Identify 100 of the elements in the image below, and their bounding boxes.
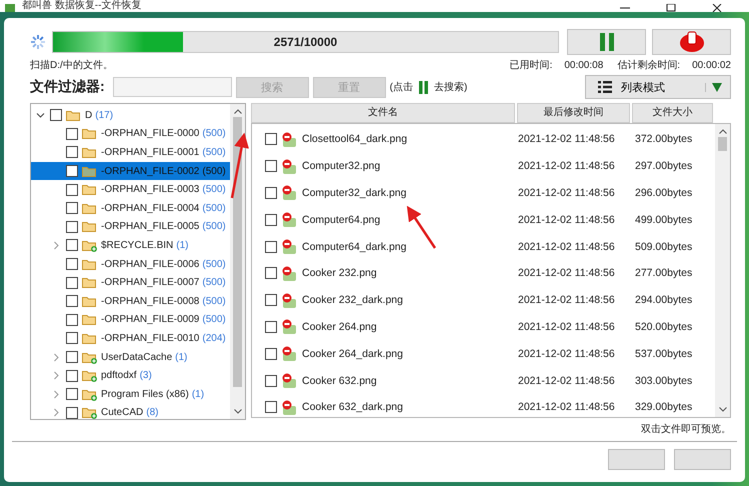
checkbox[interactable] (265, 214, 277, 226)
tree-item[interactable]: -ORPHAN_FILE-0010 (204) (31, 329, 230, 348)
checkbox[interactable] (66, 184, 78, 196)
checkbox[interactable] (265, 348, 277, 360)
progress-label: 2571/10000 (272, 35, 338, 49)
checkbox[interactable] (66, 128, 78, 140)
app-icon (4, 4, 16, 12)
image-file-icon (281, 266, 297, 281)
file-size: 509.00bytes (635, 240, 694, 253)
file-name: Cooker 264.png (301, 320, 378, 333)
elapsed-time: 00:00:08 (564, 60, 604, 70)
file-size: 303.00bytes (635, 374, 694, 387)
modified-time: 2021-12-02 11:48:56 (518, 186, 616, 199)
tree-item[interactable]: -ORPHAN_FILE-0003 (500) (31, 180, 230, 199)
modified-time: 2021-12-02 11:48:56 (518, 267, 616, 280)
checkbox[interactable] (66, 406, 78, 419)
checkbox[interactable] (66, 351, 78, 364)
tree-item[interactable]: -ORPHAN_FILE-0006 (500) (31, 254, 230, 274)
preview-hint: 双击文件即可预览。 (640, 422, 731, 436)
checkbox[interactable] (265, 374, 277, 387)
tree-item[interactable]: D (17) (31, 106, 230, 125)
file-name: Closettool64_dark.png (301, 133, 408, 146)
checkbox[interactable] (265, 267, 277, 280)
item-count: (500) (202, 166, 226, 177)
item-count: (1) (175, 352, 188, 363)
checkbox[interactable] (265, 133, 277, 146)
file-name: Cooker 264_dark.png (301, 348, 404, 360)
pause-icon (419, 80, 428, 94)
image-file-icon (281, 400, 297, 415)
file-size: 520.00bytes (635, 320, 694, 333)
checkbox[interactable] (66, 332, 78, 344)
checkbox[interactable] (66, 220, 78, 233)
folder-icon (82, 294, 97, 308)
column-header[interactable]: 最后修改时间 (517, 103, 630, 123)
scrollbar-thumb[interactable] (233, 117, 242, 387)
checkbox[interactable] (66, 314, 78, 326)
pause-button[interactable] (567, 29, 646, 55)
checkbox[interactable] (66, 146, 78, 158)
checkbox[interactable] (66, 239, 78, 252)
checkbox[interactable] (265, 160, 277, 172)
image-file-icon (281, 185, 297, 200)
tree-item[interactable]: CuteCAD (8) (31, 404, 230, 419)
column-header[interactable]: 文件大小 (632, 103, 713, 123)
checkbox[interactable] (66, 276, 78, 289)
tree-item[interactable]: -ORPHAN_FILE-0008 (500) (31, 292, 230, 311)
file-size: 537.00bytes (635, 348, 694, 360)
tree-item[interactable]: -ORPHAN_FILE-0009 (500) (31, 310, 230, 330)
modified-time: 2021-12-02 11:48:56 (518, 401, 616, 414)
file-size: 296.00bytes (635, 186, 694, 199)
scrollbar-thumb[interactable] (718, 137, 727, 151)
file-name: Computer64_dark.png (301, 240, 408, 253)
view-mode-dropdown[interactable]: 列表模式 (585, 75, 731, 99)
file-size: 294.00bytes (635, 294, 694, 306)
stop-button[interactable] (652, 29, 731, 55)
checkbox[interactable] (66, 295, 78, 308)
file-name: Cooker 632_dark.png (301, 401, 404, 414)
folder-icon (82, 276, 97, 290)
checkbox[interactable] (66, 370, 78, 382)
tree-item[interactable]: pdftodxf (3) (31, 366, 230, 385)
tree-item[interactable]: -ORPHAN_FILE-0005 (500) (31, 218, 230, 236)
item-count: (1) (176, 240, 188, 251)
folder-icon (82, 164, 97, 178)
checkbox[interactable] (265, 186, 277, 199)
column-header[interactable]: 文件名 (251, 103, 515, 123)
image-file-icon (281, 132, 297, 147)
checkbox[interactable] (66, 165, 78, 178)
tree-item[interactable]: Program Files (x86) (1) (31, 384, 230, 404)
tree-item[interactable]: UserDataCache (1) (31, 348, 230, 366)
file-name: Cooker 232_dark.png (301, 294, 404, 306)
image-file-icon (281, 212, 297, 228)
image-file-icon (281, 292, 297, 308)
image-file-icon (281, 373, 297, 388)
checkbox[interactable] (265, 320, 277, 333)
checkbox[interactable] (265, 401, 277, 414)
checkbox[interactable] (265, 240, 277, 253)
file-name: Cooker 232.png (301, 267, 378, 280)
checkbox[interactable] (66, 388, 78, 400)
tree-item[interactable]: -ORPHAN_FILE-0004 (500) (31, 198, 230, 218)
scrollbar[interactable] (715, 124, 730, 417)
file-size: 372.00bytes (635, 133, 694, 146)
filter-field[interactable] (112, 77, 232, 97)
checkbox[interactable] (50, 109, 62, 122)
tree-item[interactable]: -ORPHAN_FILE-0002 (500) (31, 162, 230, 180)
tree-item[interactable]: $RECYCLE.BIN (1) (31, 236, 230, 255)
tree-item[interactable]: -ORPHAN_FILE-0000 (500) (31, 124, 230, 144)
checkbox[interactable] (66, 258, 78, 270)
folder-icon (82, 313, 97, 326)
checkbox[interactable] (265, 294, 277, 306)
folder-plus-icon (82, 406, 97, 419)
folder-plus-icon (82, 388, 97, 401)
stop-icon (678, 31, 704, 53)
checkbox[interactable] (66, 202, 78, 214)
tree-item[interactable]: -ORPHAN_FILE-0007 (500) (31, 273, 230, 292)
item-count: (500) (202, 184, 226, 196)
folder-plus-icon (82, 369, 97, 382)
folder-icon (82, 127, 97, 140)
tree-item[interactable]: -ORPHAN_FILE-0001 (500) (31, 143, 230, 162)
modified-time: 2021-12-02 11:48:56 (518, 294, 616, 306)
scrollbar[interactable] (230, 104, 245, 419)
item-count: (500) (202, 314, 226, 326)
